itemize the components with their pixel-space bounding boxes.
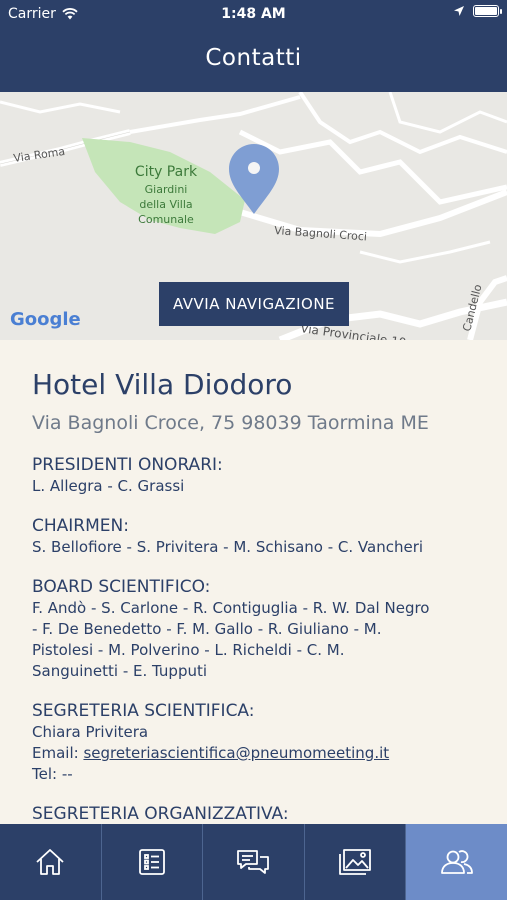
section-title: SEGRETERIA SCIENTIFICA: bbox=[32, 701, 255, 721]
battery-icon bbox=[473, 5, 502, 17]
section-line: Pistolesi - M. Polverino - L. Richeldi -… bbox=[32, 641, 345, 659]
email-link[interactable]: segreteriascientifica@pneumomeeting.it bbox=[83, 744, 389, 762]
section-line: F. Andò - S. Carlone - R. Contiguglia - … bbox=[32, 599, 430, 617]
section-title: BOARD SCIENTIFICO: bbox=[32, 577, 211, 597]
contact-email-row: Email: segreteriascientifica@pneumomeeti… bbox=[32, 743, 482, 764]
contact-name: Chiara Privitera bbox=[32, 723, 149, 741]
section-chairmen: CHAIRMEN: S. Bellofiore - S. Privitera -… bbox=[32, 515, 482, 558]
gallery-icon bbox=[339, 849, 371, 875]
section-presidenti: PRESIDENTI ONORARI: L. Allegra - C. Gras… bbox=[32, 454, 482, 497]
contacts-icon bbox=[440, 850, 473, 874]
email-label: Email: bbox=[32, 744, 84, 762]
tab-chat[interactable] bbox=[203, 824, 305, 900]
status-right bbox=[453, 5, 502, 17]
status-time: 1:48 AM bbox=[221, 6, 286, 22]
list-icon bbox=[138, 849, 165, 875]
tab-gallery[interactable] bbox=[305, 824, 407, 900]
top-bar: Carrier 1:48 AM Contatti bbox=[0, 0, 507, 92]
tab-bar bbox=[0, 824, 507, 900]
section-line: S. Bellofiore - S. Privitera - M. Schisa… bbox=[32, 538, 424, 556]
chat-icon bbox=[237, 850, 270, 874]
section-segreteria-scientifica: SEGRETERIA SCIENTIFICA: Chiara Privitera… bbox=[32, 700, 482, 785]
road-label-via-roma: Via Roma bbox=[13, 145, 66, 165]
home-icon bbox=[36, 849, 64, 875]
hotel-address: Via Bagnoli Croce, 75 98039 Taormina ME bbox=[32, 412, 429, 434]
section-segreteria-organizzativa: SEGRETERIA ORGANIZZATIVA: bbox=[32, 803, 482, 825]
section-line: Sanguinetti - E. Tupputi bbox=[32, 662, 208, 680]
section-title: SEGRETERIA ORGANIZZATIVA: bbox=[32, 804, 289, 824]
tab-contacts[interactable] bbox=[406, 824, 507, 900]
park-subtitle-1: Giardini bbox=[145, 183, 188, 196]
contact-tel: Tel: -- bbox=[32, 765, 73, 783]
hotel-name: Hotel Villa Diodoro bbox=[32, 368, 293, 401]
contact-content: Hotel Villa Diodoro Via Bagnoli Croce, 7… bbox=[32, 366, 482, 825]
page-title: Contatti bbox=[205, 45, 302, 71]
park-name: City Park bbox=[135, 164, 198, 180]
park-subtitle-3: Comunale bbox=[138, 213, 194, 226]
start-navigation-button[interactable]: AVVIA NAVIGAZIONE bbox=[159, 282, 349, 326]
section-title: PRESIDENTI ONORARI: bbox=[32, 455, 223, 475]
section-line: L. Allegra - C. Grassi bbox=[32, 477, 185, 495]
section-line: - F. De Benedetto - F. M. Gallo - R. Giu… bbox=[32, 620, 382, 638]
tab-program[interactable] bbox=[102, 824, 204, 900]
section-board: BOARD SCIENTIFICO: F. Andò - S. Carlone … bbox=[32, 576, 482, 682]
location-arrow-icon bbox=[454, 6, 464, 16]
tab-home[interactable] bbox=[0, 824, 102, 900]
google-logo: Google bbox=[10, 309, 81, 330]
status-bar: Carrier 1:48 AM bbox=[0, 0, 507, 28]
road-label-bagnoli: Via Bagnoli Croci bbox=[274, 224, 368, 243]
section-title: CHAIRMEN: bbox=[32, 516, 129, 536]
park-subtitle-2: della Villa bbox=[139, 198, 192, 211]
